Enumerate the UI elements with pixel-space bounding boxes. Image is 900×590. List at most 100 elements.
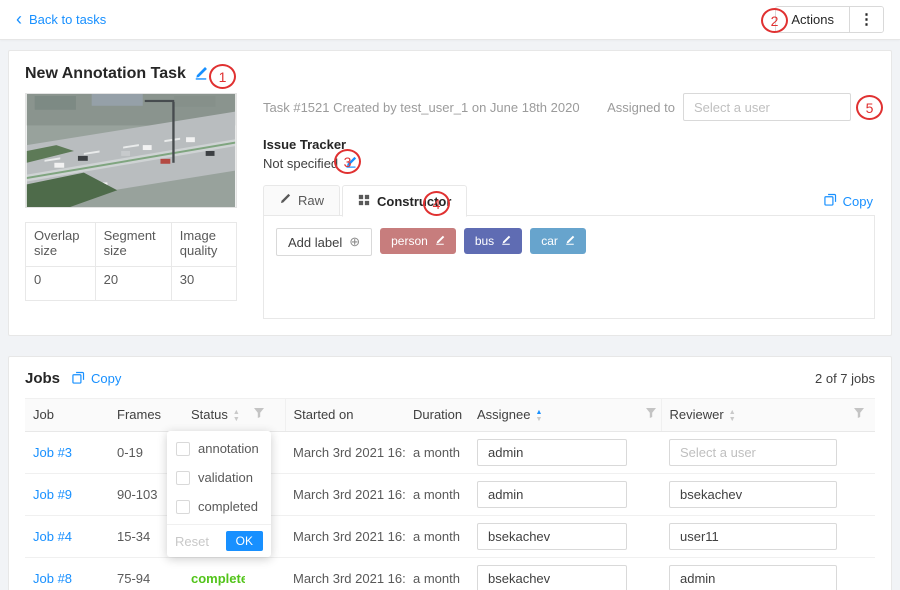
filter-option-annotation[interactable]: annotation <box>167 434 271 463</box>
task-params-table: Overlap size Segment size Image quality … <box>25 222 237 301</box>
table-row: Job #4 15-34 March 3rd 2021 16:03 a mont… <box>25 515 875 557</box>
param-value-quality: 30 <box>171 267 236 301</box>
issue-tracker-value: Not specified <box>263 156 338 171</box>
started-cell: March 3rd 2021 16:03 <box>285 431 405 473</box>
reviewer-sort-icon[interactable]: ▲▼ <box>729 409 736 423</box>
filter-option-validation[interactable]: validation <box>167 463 271 492</box>
assignee-input[interactable] <box>477 439 627 466</box>
filter-option-label: annotation <box>198 441 259 456</box>
reviewer-input[interactable] <box>669 565 837 590</box>
tab-constructor[interactable]: Constructor <box>342 185 467 217</box>
started-cell: March 3rd 2021 16:03 <box>285 557 405 590</box>
top-bar: ‹ Back to tasks Actions ⋮ <box>0 0 900 40</box>
duration-cell: a month <box>405 473 469 515</box>
label-tag-person[interactable]: person <box>380 228 456 254</box>
task-preview-image <box>25 93 237 208</box>
issue-tracker-label: Issue Tracker <box>263 137 875 152</box>
task-assignee-input[interactable] <box>683 93 851 121</box>
param-header-segment: Segment size <box>95 223 171 267</box>
reviewer-input[interactable] <box>669 439 837 466</box>
started-cell: March 3rd 2021 16:03 <box>285 473 405 515</box>
edit-label-icon[interactable] <box>435 234 445 248</box>
label-tag-person-name: person <box>391 234 428 248</box>
assigned-to-label: Assigned to <box>607 100 675 115</box>
edit-label-icon[interactable] <box>501 234 511 248</box>
checkbox[interactable] <box>176 471 190 485</box>
task-details-page: ‹ Back to tasks Actions ⋮ New Annotation… <box>0 0 900 590</box>
pencil-icon <box>279 193 291 208</box>
reviewer-input[interactable] <box>669 523 837 550</box>
back-to-tasks-link[interactable]: ‹ Back to tasks <box>16 12 106 27</box>
duration-cell: a month <box>405 431 469 473</box>
label-tag-bus[interactable]: bus <box>464 228 522 254</box>
col-job: Job <box>25 399 109 432</box>
filter-ok-button[interactable]: OK <box>226 531 263 551</box>
frames-cell: 75-94 <box>109 557 183 590</box>
filter-option-label: completed <box>198 499 258 514</box>
label-tag-bus-name: bus <box>475 234 494 248</box>
duration-cell: a month <box>405 557 469 590</box>
col-started-on: Started on <box>285 399 405 432</box>
tab-raw-label: Raw <box>298 193 324 208</box>
param-header-quality: Image quality <box>171 223 236 267</box>
assignee-input[interactable] <box>477 481 627 508</box>
task-details-card: New Annotation Task <box>8 50 892 336</box>
jobs-table: Job Frames Status▲▼ Started on Duration … <box>25 398 875 590</box>
actions-button[interactable]: Actions <box>776 7 850 32</box>
col-duration: Duration <box>405 399 469 432</box>
table-row: Job #9 90-103 March 3rd 2021 16:03 a mon… <box>25 473 875 515</box>
filter-reset-button[interactable]: Reset <box>175 534 209 549</box>
actions-button-group: Actions ⋮ <box>775 6 884 33</box>
jobs-header-row: Job Frames Status▲▼ Started on Duration … <box>25 399 875 432</box>
reviewer-input[interactable] <box>669 481 837 508</box>
copy-icon <box>72 371 85 387</box>
edit-issue-tracker-icon[interactable] <box>345 156 357 171</box>
filter-option-completed[interactable]: completed <box>167 492 271 521</box>
jobs-title: Jobs <box>25 370 60 387</box>
tab-constructor-label: Constructor <box>377 194 451 209</box>
started-cell: March 3rd 2021 16:03 <box>285 515 405 557</box>
param-value-overlap: 0 <box>26 267 96 301</box>
job-link[interactable]: Job #8 <box>33 571 72 586</box>
col-status: Status▲▼ <box>183 399 245 432</box>
checkbox[interactable] <box>176 500 190 514</box>
copy-labels-label: Copy <box>843 194 873 209</box>
copy-jobs-link[interactable]: Copy <box>72 371 121 387</box>
status-filter-icon[interactable] <box>245 399 285 432</box>
status-sort-icon[interactable]: ▲▼ <box>233 409 240 423</box>
add-label-button[interactable]: Add label ⊕ <box>276 228 372 256</box>
assignee-input[interactable] <box>477 565 627 590</box>
assignee-filter-icon[interactable] <box>637 399 661 432</box>
table-row: Job #3 0-19 March 3rd 2021 16:03 a month <box>25 431 875 473</box>
job-link[interactable]: Job #3 <box>33 445 72 460</box>
more-menu-icon[interactable]: ⋮ <box>850 7 883 32</box>
copy-labels-link[interactable]: Copy <box>824 193 873 209</box>
checkbox[interactable] <box>176 442 190 456</box>
back-to-tasks-label: Back to tasks <box>29 12 106 27</box>
job-link[interactable]: Job #9 <box>33 487 72 502</box>
chevron-left-icon: ‹ <box>16 12 22 26</box>
jobs-card: Jobs Copy 2 of 7 jobs Job Frames Status▲… <box>8 356 892 590</box>
table-row: Job #8 75-94 completed? March 3rd 2021 1… <box>25 557 875 590</box>
job-link[interactable]: Job #4 <box>33 529 72 544</box>
col-reviewer: Reviewer▲▼ <box>661 399 845 432</box>
col-assignee: Assignee▲▼ <box>469 399 637 432</box>
add-label-text: Add label <box>288 235 342 250</box>
tab-raw[interactable]: Raw <box>263 185 340 216</box>
assignee-sort-icon[interactable]: ▲▼ <box>535 409 542 423</box>
reviewer-filter-icon[interactable] <box>845 399 875 432</box>
edit-label-icon[interactable] <box>565 234 575 248</box>
plus-circle-icon: ⊕ <box>349 234 360 250</box>
status-cell: completed? <box>183 557 245 590</box>
param-header-overlap: Overlap size <box>26 223 96 267</box>
copy-icon <box>824 193 837 209</box>
labels-tabs: Raw Constructor Copy <box>263 185 875 216</box>
edit-task-name-icon[interactable] <box>194 66 208 83</box>
constructor-icon <box>358 194 370 209</box>
task-meta-text: Task #1521 Created by test_user_1 on Jun… <box>263 100 580 115</box>
task-title: New Annotation Task <box>25 65 186 83</box>
assignee-input[interactable] <box>477 523 627 550</box>
labels-constructor-panel: Add label ⊕ person bus <box>263 215 875 319</box>
status-completed-text: completed <box>191 571 245 586</box>
label-tag-car[interactable]: car <box>530 228 586 254</box>
